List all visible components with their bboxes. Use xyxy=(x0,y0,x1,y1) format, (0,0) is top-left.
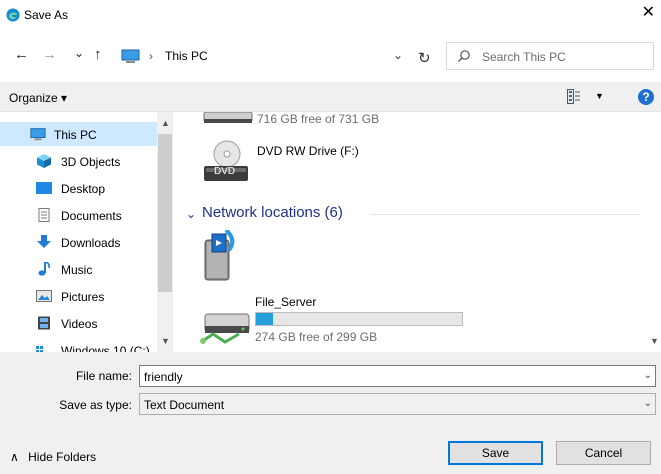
window-title: Save As xyxy=(24,8,69,22)
save-as-type-select[interactable]: Text Document ⌄ xyxy=(139,393,656,415)
save-as-type-value: Text Document xyxy=(144,398,225,412)
file-name-value: friendly xyxy=(144,370,183,384)
sidebar-item-windows-c[interactable]: Windows 10 (C:) xyxy=(0,338,157,352)
drive-icon xyxy=(36,346,43,352)
media-server-icon xyxy=(204,230,235,281)
file-name-label: File name: xyxy=(75,369,132,383)
sidebar-item-downloads[interactable]: Downloads xyxy=(0,230,157,254)
sidebar-item-music[interactable]: Music xyxy=(0,257,157,281)
file-name-input[interactable]: friendly ⌄ xyxy=(139,365,656,387)
file-server-free-space: 274 GB free of 299 GB xyxy=(255,330,378,344)
title-bar: Save As ✕ xyxy=(0,0,661,31)
address-bar[interactable]: › This PC ⌄ xyxy=(116,42,411,70)
file-list: 716 GB free of 731 GB DVD DVD RW Drive (… xyxy=(173,112,647,352)
refresh-button[interactable]: ↻ xyxy=(418,49,431,67)
hide-folders-button[interactable]: ∧ Hide Folders xyxy=(10,450,96,464)
videos-icon xyxy=(38,316,50,330)
scrollbar-thumb[interactable] xyxy=(158,134,172,292)
back-button[interactable]: ← xyxy=(14,46,29,64)
forward-button[interactable]: → xyxy=(42,46,57,64)
network-drive-icon xyxy=(200,313,250,344)
cancel-button[interactable]: Cancel xyxy=(556,441,651,465)
usage-bar-fill xyxy=(256,313,274,325)
navigation-bar: ← → ⌄ ↑ › This PC ⌄ ↻ Search This PC xyxy=(0,38,661,74)
search-icon xyxy=(458,50,470,62)
breadcrumb-separator: › xyxy=(149,49,153,63)
file-server-label: File_Server xyxy=(255,295,317,309)
save-as-type-label: Save as type: xyxy=(59,398,132,412)
organize-button[interactable]: Organize ▾ xyxy=(9,91,67,105)
sidebar-item-label: Downloads xyxy=(61,236,121,250)
sidebar-item-label: Music xyxy=(61,263,93,277)
dvd-icon-label: DVD xyxy=(214,166,236,177)
save-as-type-dropdown-button[interactable]: ⌄ xyxy=(644,398,652,409)
search-placeholder: Search This PC xyxy=(482,50,566,64)
breadcrumb-this-pc[interactable]: This PC xyxy=(165,49,208,63)
documents-icon xyxy=(38,208,50,222)
sidebar-item-desktop[interactable]: Desktop xyxy=(0,176,157,200)
group-collapse-chevron[interactable]: ⌄ xyxy=(186,207,196,221)
sidebar-item-pictures[interactable]: Pictures xyxy=(0,284,157,308)
address-dropdown-button[interactable]: ⌄ xyxy=(393,48,403,62)
pictures-icon xyxy=(36,290,52,302)
sidebar-item-label: Documents xyxy=(61,209,122,223)
scroll-down-arrow[interactable]: ▼ xyxy=(650,336,659,346)
sidebar-item-label: Videos xyxy=(61,317,98,331)
hide-folders-label: Hide Folders xyxy=(28,450,97,464)
chevron-up-icon: ∧ xyxy=(10,450,19,464)
close-button[interactable]: ✕ xyxy=(642,4,655,22)
file-list-scrollbar[interactable]: ▼ xyxy=(647,112,661,352)
navigation-pane: This PC 3D Objects Desktop Documents Dow… xyxy=(0,112,173,352)
sidebar-item-label: This PC xyxy=(54,128,97,142)
network-locations-header[interactable]: Network locations (6) xyxy=(202,204,343,221)
sidebar-item-label: Pictures xyxy=(61,290,105,304)
change-view-icon[interactable] xyxy=(567,89,581,104)
dvd-drive-label: DVD RW Drive (F:) xyxy=(257,144,359,158)
command-bar: Organize ▾ ▼ ? xyxy=(0,82,661,112)
downloads-icon xyxy=(37,235,51,248)
music-icon xyxy=(38,262,50,276)
dvd-drive-icon xyxy=(204,140,248,181)
group-divider xyxy=(371,214,639,215)
computer-icon xyxy=(30,128,46,141)
sidebar-item-3d-objects[interactable]: 3D Objects xyxy=(0,149,157,173)
file-server-usage-bar xyxy=(255,312,463,326)
sidebar-item-label: 3D Objects xyxy=(61,155,121,169)
sidebar-item-this-pc[interactable]: This PC xyxy=(0,122,157,146)
search-box[interactable]: Search This PC xyxy=(446,42,654,70)
sidebar-item-videos[interactable]: Videos xyxy=(0,311,157,335)
hard-drive-icon xyxy=(203,112,253,123)
up-button[interactable]: ↑ xyxy=(94,46,102,64)
navigation-pane-scrollbar[interactable]: ▲ ▼ xyxy=(157,112,173,352)
sidebar-item-label: Windows 10 (C:) xyxy=(61,344,150,352)
sidebar-item-label: Desktop xyxy=(61,182,106,196)
view-dropdown-button[interactable]: ▼ xyxy=(595,91,604,101)
drive-free-space: 716 GB free of 731 GB xyxy=(257,112,380,126)
desktop-icon xyxy=(36,182,52,194)
save-as-dialog: Save As ✕ ← → ⌄ ↑ › This PC ⌄ ↻ Search T… xyxy=(0,0,661,474)
help-button[interactable]: ? xyxy=(638,89,654,105)
computer-icon xyxy=(121,49,140,63)
scroll-down-arrow[interactable]: ▼ xyxy=(161,336,170,346)
3d-objects-icon xyxy=(37,154,51,168)
file-name-dropdown-button[interactable]: ⌄ xyxy=(644,370,652,381)
edge-app-icon xyxy=(6,8,20,22)
save-options-panel: File name: friendly ⌄ Save as type: Text… xyxy=(0,352,661,474)
save-button[interactable]: Save xyxy=(448,441,543,465)
sidebar-item-documents[interactable]: Documents xyxy=(0,203,157,227)
recent-locations-button[interactable]: ⌄ xyxy=(74,44,84,62)
scroll-up-arrow[interactable]: ▲ xyxy=(161,118,170,128)
